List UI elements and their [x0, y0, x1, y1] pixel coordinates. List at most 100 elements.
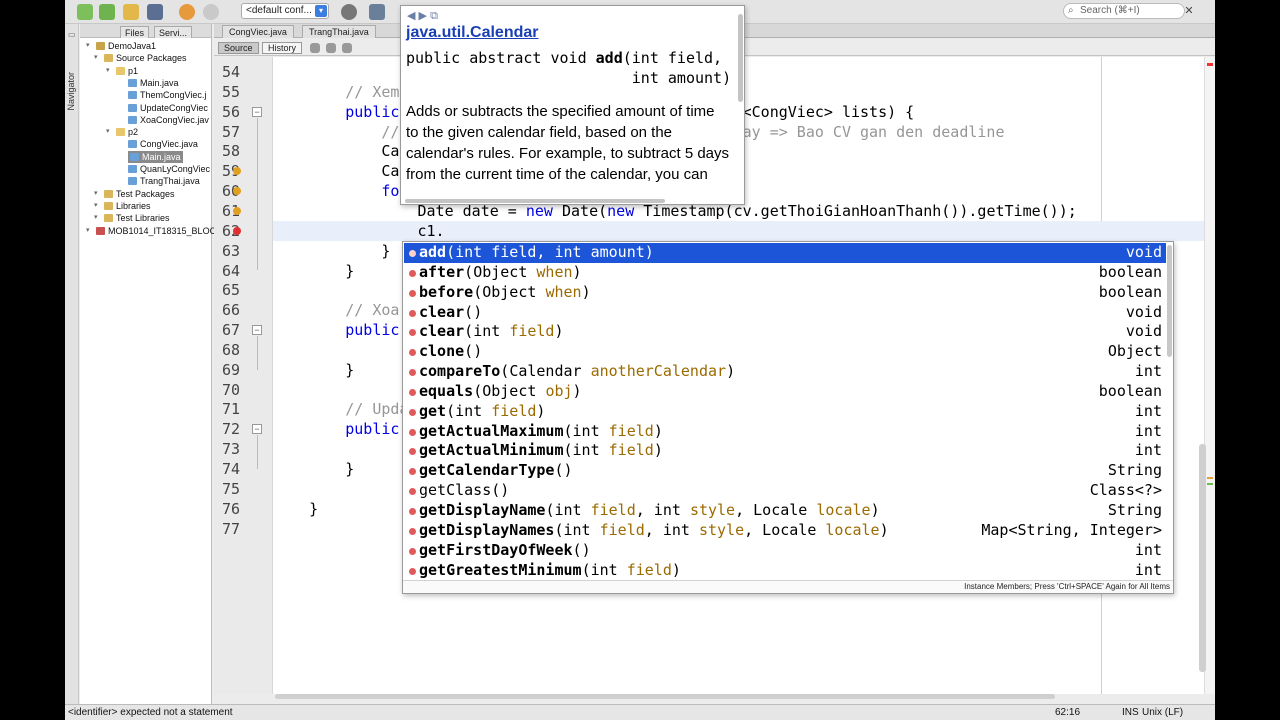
- navigator-tab[interactable]: Navigator: [66, 72, 76, 111]
- tree-node[interactable]: TrangThai.java: [128, 175, 200, 187]
- undo-icon[interactable]: [179, 4, 195, 20]
- tab-trangthai-java[interactable]: TrangThai.java: [302, 25, 376, 38]
- back-icon[interactable]: ◀: [407, 10, 415, 22]
- tree-node[interactable]: Libraries: [104, 200, 151, 212]
- tree-node[interactable]: UpdateCongViec: [128, 102, 208, 114]
- horizontal-scrollbar[interactable]: [275, 694, 1055, 699]
- return-type: String: [1107, 500, 1162, 519]
- tab-services[interactable]: Servi...: [154, 26, 193, 38]
- expand-toggle-icon[interactable]: ▾: [94, 201, 98, 209]
- expand-toggle-icon[interactable]: ▾: [94, 213, 98, 221]
- completion-item[interactable]: getDisplayName(int field, int style, Loc…: [404, 501, 1166, 521]
- completion-item[interactable]: getActualMaximum(int field) int: [404, 422, 1166, 442]
- error-mark[interactable]: [1207, 63, 1213, 66]
- tab-files[interactable]: Files: [120, 26, 150, 38]
- code-line[interactable]: }: [273, 360, 354, 380]
- search-input[interactable]: ⌕ Search (⌘+I): [1063, 3, 1185, 19]
- back-icon[interactable]: [310, 43, 320, 53]
- current-code-line[interactable]: c1.: [273, 220, 1215, 241]
- code-line[interactable]: }: [273, 459, 354, 479]
- tree-node[interactable]: p2: [116, 126, 138, 138]
- expand-toggle-icon[interactable]: ▾: [94, 189, 98, 197]
- completion-item[interactable]: after(Object when) boolean: [404, 263, 1166, 283]
- vertical-scrollbar[interactable]: [1199, 444, 1206, 672]
- param-name: style: [689, 500, 736, 519]
- fold-toggle-icon[interactable]: −: [252, 424, 262, 435]
- tree-node[interactable]: MOB1014_IT18315_BLOC: [96, 225, 216, 237]
- completion-item[interactable]: getGreatestMinimum(int field) int: [404, 561, 1166, 581]
- tree-node[interactable]: QuanLyCongViec: [128, 163, 210, 175]
- line-number: 73: [221, 440, 240, 459]
- completion-item[interactable]: getActualMinimum(int field) int: [404, 441, 1166, 461]
- completion-item[interactable]: compareTo(Calendar anotherCalendar) int: [404, 362, 1166, 382]
- tree-node-label: UpdateCongViec: [140, 102, 208, 113]
- tree-node[interactable]: Test Libraries: [104, 212, 170, 224]
- tree-node[interactable]: Main.java: [128, 77, 179, 89]
- completion-item[interactable]: add(int field, int amount) void: [404, 243, 1166, 263]
- tree-node[interactable]: p1: [116, 65, 138, 77]
- tab-congviec-java[interactable]: CongViec.java: [222, 25, 294, 38]
- tree-node[interactable]: Main.java: [128, 150, 183, 163]
- completion-item[interactable]: clear(int field) void: [404, 322, 1166, 342]
- close-icon[interactable]: ✕: [1182, 4, 1196, 18]
- doc-vertical-scrollbar[interactable]: [738, 14, 743, 102]
- change-mark[interactable]: [1207, 483, 1213, 485]
- completion-item[interactable]: equals(Object obj) boolean: [404, 382, 1166, 402]
- doc-horizontal-scrollbar[interactable]: [405, 199, 665, 203]
- open-external-icon[interactable]: ⧉: [430, 10, 438, 22]
- tree-node[interactable]: Test Packages: [104, 188, 175, 200]
- save-all-icon[interactable]: [147, 4, 163, 20]
- completion-item[interactable]: clone() Object: [404, 342, 1166, 362]
- error-icon[interactable]: [233, 226, 241, 235]
- expand-toggle-icon[interactable]: ▾: [94, 53, 98, 61]
- source-button[interactable]: Source: [218, 42, 259, 54]
- configuration-select[interactable]: <default conf... ▾: [241, 3, 329, 19]
- paren: (: [554, 520, 564, 539]
- completion-item[interactable]: getDisplayNames(int field, int style, Lo…: [404, 521, 1166, 541]
- expand-toggle-icon[interactable]: ▾: [106, 66, 110, 74]
- paren: (: [446, 243, 456, 261]
- fold-toggle-icon[interactable]: −: [252, 325, 262, 336]
- completion-item[interactable]: before(Object when) boolean: [404, 283, 1166, 303]
- java-file-icon: [128, 115, 137, 124]
- tree-node[interactable]: CongViec.java: [128, 138, 198, 150]
- expand-toggle-icon[interactable]: ▾: [86, 226, 90, 234]
- completion-item[interactable]: getClass() Class<?>: [404, 481, 1166, 501]
- sig-line2: int amount): [406, 69, 732, 87]
- forward-icon[interactable]: ▶: [419, 10, 427, 22]
- new-project-icon[interactable]: [99, 4, 115, 20]
- code-line[interactable]: }: [273, 241, 390, 261]
- completion-scrollbar[interactable]: [1167, 245, 1172, 357]
- return-type: Object: [1107, 342, 1162, 361]
- tree-node[interactable]: ThemCongViec.j: [128, 89, 206, 101]
- expand-toggle-icon[interactable]: ▾: [106, 127, 110, 135]
- completion-item[interactable]: getCalendarType() String: [404, 461, 1166, 481]
- tree-node[interactable]: Source Packages: [104, 52, 187, 64]
- completion-item[interactable]: getFirstDayOfWeek() int: [404, 541, 1166, 561]
- completion-item[interactable]: get(int field) int: [404, 402, 1166, 422]
- paren: (: [473, 282, 483, 301]
- forward-icon[interactable]: [326, 43, 336, 53]
- method-icon: [409, 428, 416, 436]
- return-type: int: [1134, 441, 1162, 460]
- build-hammer-icon[interactable]: [369, 4, 385, 20]
- new-file-icon[interactable]: [77, 4, 93, 20]
- globe-icon[interactable]: [341, 4, 357, 20]
- open-project-icon[interactable]: [123, 4, 139, 20]
- code-line[interactable]: }: [273, 499, 318, 519]
- window-restore-icon[interactable]: ▭: [68, 30, 76, 39]
- toggle-icon[interactable]: [342, 43, 352, 53]
- doc-class-link[interactable]: java.util.Calendar: [406, 24, 539, 42]
- tree-node[interactable]: DemoJava1: [96, 40, 156, 52]
- code-line[interactable]: }: [273, 261, 354, 281]
- redo-icon[interactable]: [203, 4, 219, 20]
- expand-toggle-icon[interactable]: ▾: [86, 41, 90, 49]
- warning-mark[interactable]: [1207, 477, 1213, 479]
- param-type: int: [563, 520, 600, 539]
- tree-node[interactable]: XoaCongViec.jav: [128, 114, 209, 126]
- history-button[interactable]: History: [262, 42, 303, 54]
- fold-toggle-icon[interactable]: −: [252, 106, 262, 117]
- line-number: 71: [221, 400, 240, 419]
- completion-item[interactable]: clear() void: [404, 303, 1166, 323]
- hint-bulb-icon[interactable]: [233, 206, 241, 215]
